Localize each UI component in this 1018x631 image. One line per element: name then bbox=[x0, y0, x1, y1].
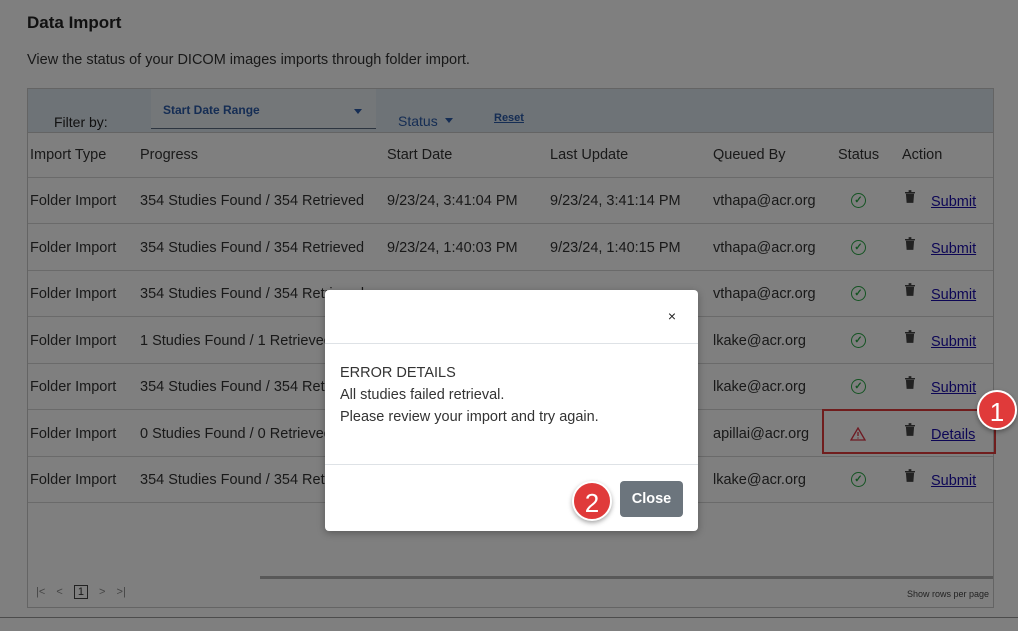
annotation-badge-2: 2 bbox=[572, 481, 612, 521]
modal-heading: ERROR DETAILS bbox=[340, 365, 456, 381]
error-details-modal: × ERROR DETAILS All studies failed retri… bbox=[325, 290, 698, 531]
close-button[interactable]: Close bbox=[620, 481, 683, 517]
modal-footer: Close bbox=[325, 464, 698, 532]
modal-body: ERROR DETAILS All studies failed retriev… bbox=[340, 362, 599, 428]
modal-message-line2: Please review your import and try again. bbox=[340, 409, 599, 425]
modal-message-line1: All studies failed retrieval. bbox=[340, 387, 505, 403]
close-icon[interactable]: × bbox=[668, 308, 676, 324]
annotation-badge-1: 1 bbox=[977, 390, 1017, 430]
modal-header: × bbox=[325, 290, 698, 344]
